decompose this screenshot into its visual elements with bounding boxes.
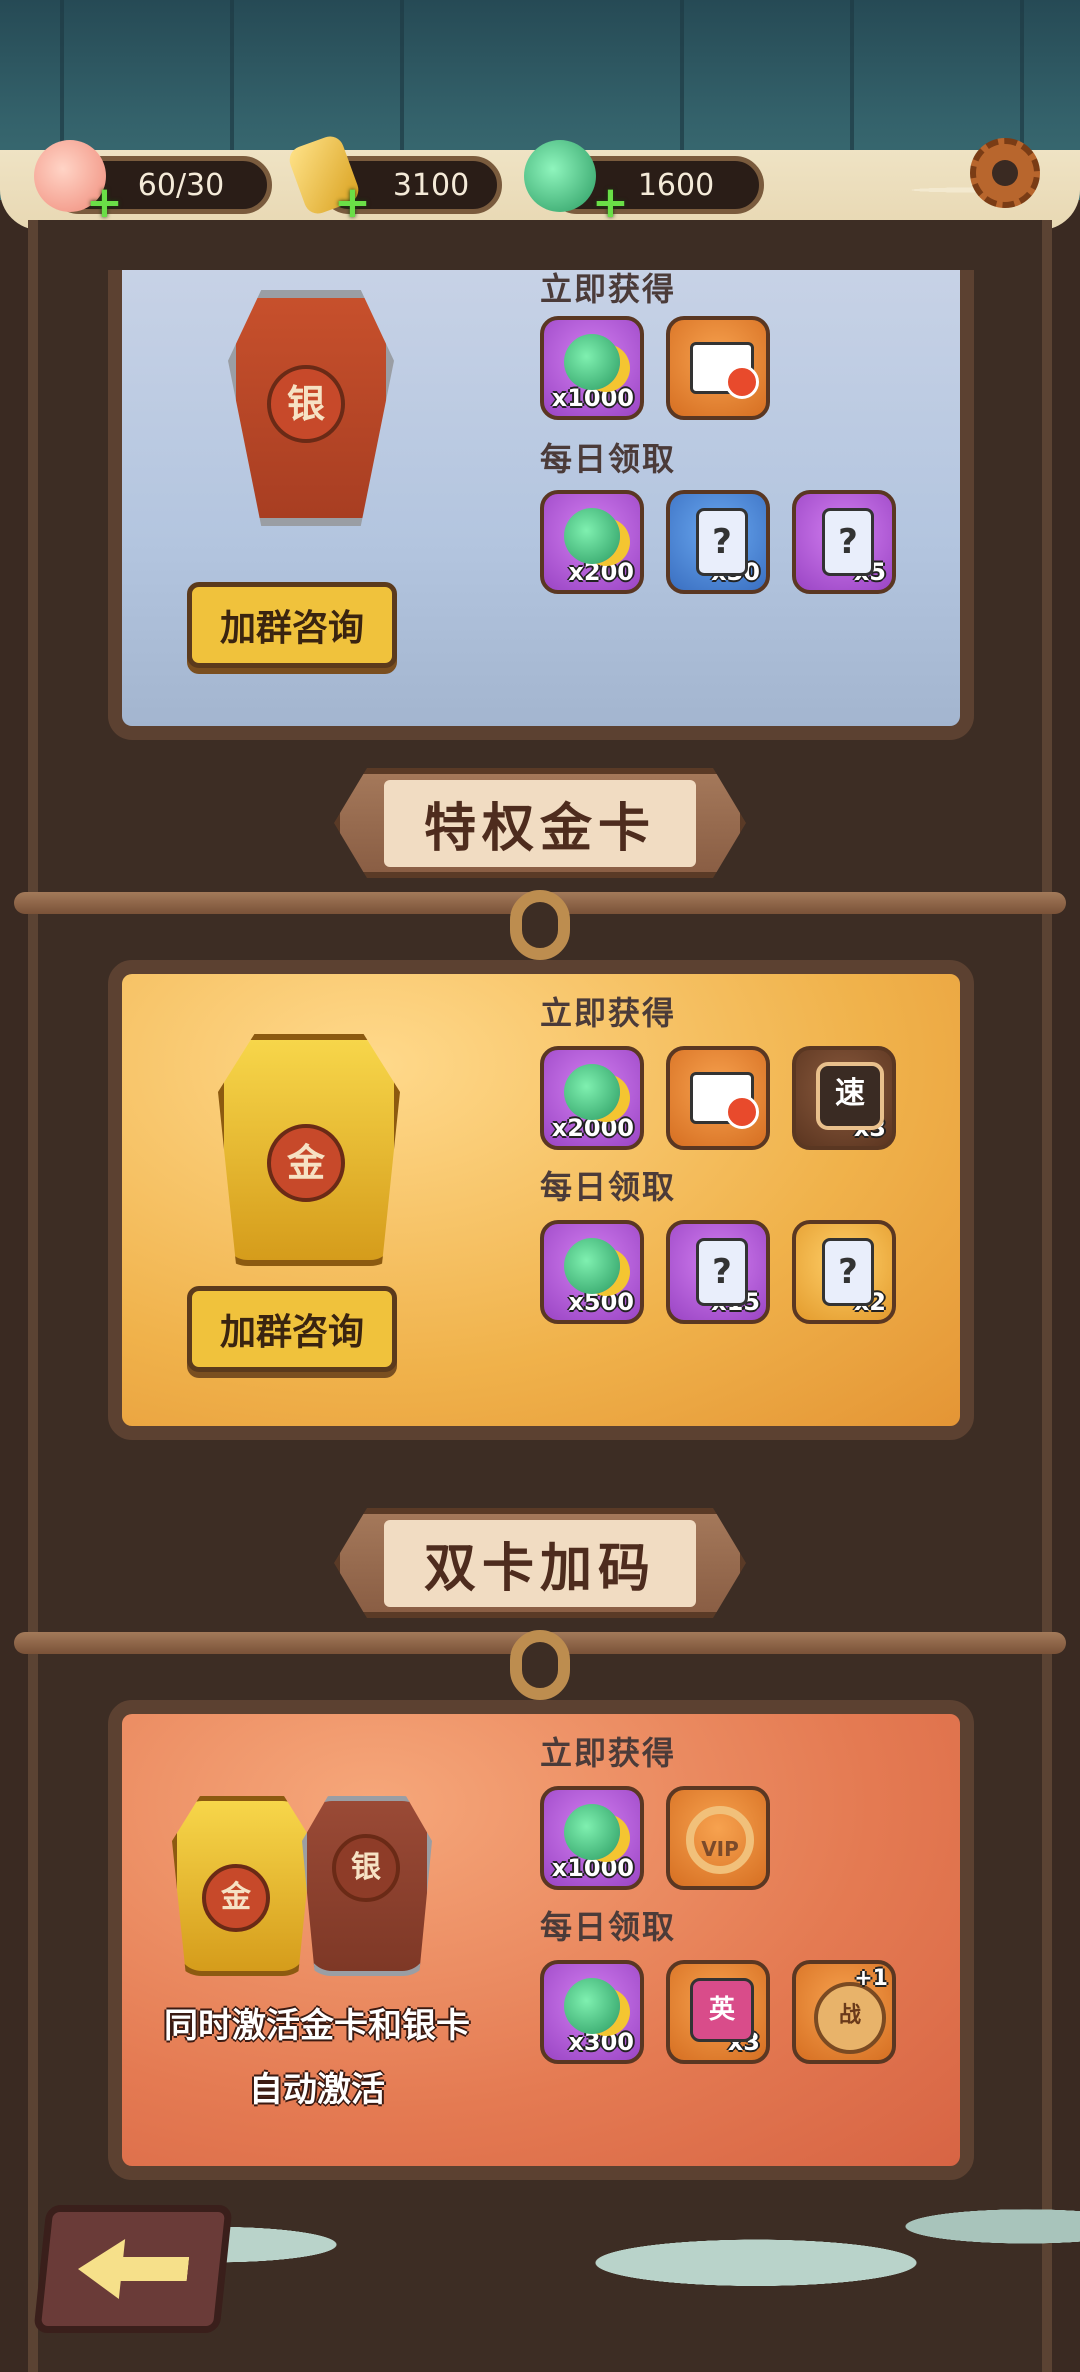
gold-section-title: 特权金卡 [383,779,696,867]
rope-ring [510,1630,570,1700]
speed-icon: 速 [816,1062,884,1130]
gold-daily-reward-jade[interactable]: x500 [540,1220,644,1324]
back-button[interactable] [33,2205,233,2333]
gold-section-title-banner: 特权金卡 [334,768,746,878]
settings-gear-icon[interactable] [970,138,1040,208]
no-ads-icon [690,1072,759,1129]
gold-daily-reward-orange-card[interactable]: ? x2 [792,1220,896,1324]
silver-instant-reward-no-ads[interactable] [666,316,770,420]
no-ads-icon [690,342,759,399]
double-daily-reward-battle[interactable]: 战 +1 [792,1960,896,2064]
double-gold-emblem-char: 金 [202,1864,270,1932]
jade-icon [564,1978,620,2034]
peach-value: 60/30 [137,167,225,203]
gold-instant-reward-no-ads[interactable] [666,1046,770,1150]
double-instant-label: 立即获得 [540,1734,677,1772]
double-description-line1: 同时激活金卡和银卡 [164,2006,470,2046]
double-description-line2: 自动激活 [249,2070,385,2110]
purple-card-icon: ? [822,508,874,576]
double-daily-label: 每日领取 [540,1908,677,1946]
gold-daily-label: 每日领取 [540,1168,677,1206]
gold-instant-reward-speed[interactable]: 速 x3 [792,1046,896,1150]
energy-value: 3100 [392,167,470,203]
silver-daily-reward-blue-card[interactable]: ? x30 [666,490,770,594]
vip-frame-icon: VIP [686,1806,754,1874]
jade-icon [564,1238,620,1294]
jade-icon [564,334,620,390]
double-daily-reward-hero-card[interactable]: 英 x3 [666,1960,770,2064]
battle-icon: 战 [814,1982,886,2054]
gold-emblem-char: 金 [267,1124,345,1202]
add-energy-icon[interactable]: + [334,181,371,225]
silver-card-panel: 银 加群咨询 立即获得 x1000 每日领取 x200 ? x30 ? x5 [108,270,974,740]
silver-instant-label: 立即获得 [540,270,677,308]
jade-value: 1600 [637,167,715,203]
gold-instant-reward-jade[interactable]: x2000 [540,1046,644,1150]
jade-icon [564,508,620,564]
jade-icon [564,1804,620,1860]
gold-daily-reward-purple-card[interactable]: ? x15 [666,1220,770,1324]
jade-icon [524,140,596,212]
silver-daily-reward-jade[interactable]: x200 [540,490,644,594]
silver-instant-reward-jade[interactable]: x1000 [540,316,644,420]
orange-card-icon: ? [822,1238,874,1306]
purple-card-icon: ? [696,1238,748,1306]
gold-instant-label: 立即获得 [540,994,677,1032]
blue-card-icon: ? [696,508,748,576]
jade-icon [564,1064,620,1120]
add-peach-icon[interactable]: + [86,181,123,225]
double-section-title: 双卡加码 [383,1519,696,1607]
silver-consult-button[interactable]: 加群咨询 [187,582,397,668]
gold-consult-button[interactable]: 加群咨询 [187,1286,397,1372]
double-card-panel: 金 银 同时激活金卡和银卡 自动激活 立即获得 x1000 VIP 每日领取 x… [108,1700,974,2180]
double-section-title-banner: 双卡加码 [334,1508,746,1618]
double-daily-reward-jade[interactable]: x300 [540,1960,644,2064]
gold-card-panel: 金 加群咨询 立即获得 x2000 速 x3 每日领取 x500 ? x15 ?… [108,960,974,1440]
silver-daily-reward-purple-card[interactable]: ? x5 [792,490,896,594]
silver-daily-label: 每日领取 [540,440,677,478]
double-instant-reward-jade[interactable]: x1000 [540,1786,644,1890]
double-silver-emblem-char: 银 [332,1834,400,1902]
reward-count: +1 [854,1966,888,1991]
silver-emblem-char: 银 [267,365,345,443]
back-arrow-icon [75,2239,191,2299]
rope-ring [510,890,570,960]
double-instant-reward-vip-frame[interactable]: VIP [666,1786,770,1890]
add-jade-icon[interactable]: + [592,181,629,225]
hero-card-icon: 英 [690,1978,754,2042]
